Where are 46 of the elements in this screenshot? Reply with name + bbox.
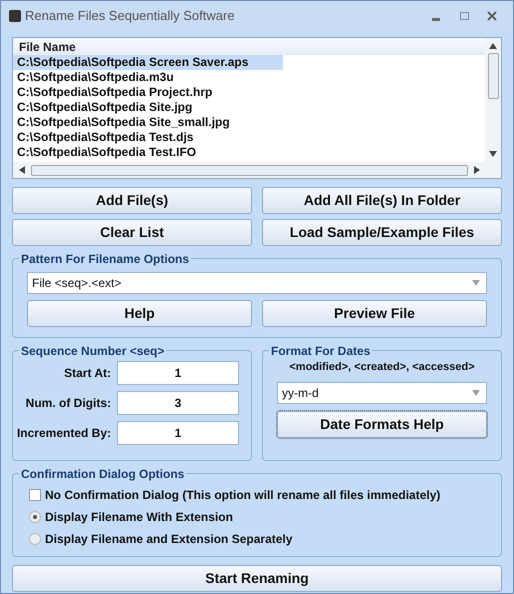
combo-box[interactable]: yy-m-d [277, 382, 487, 404]
field-label: Incremented By: [16, 425, 111, 442]
horizontal-scrollbar[interactable] [13, 162, 501, 178]
action-button[interactable]: Add File(s) [12, 187, 252, 214]
file-row[interactable]: C:\Softpedia\Softpedia Screen Saver.aps [13, 55, 283, 70]
option-label: Display Filename and Extension Separately [45, 531, 292, 548]
dropdown-arrow-icon [472, 390, 480, 396]
hint-text: <modified>, <created>, <accessed> [288, 360, 476, 375]
scroll-up-arrow-icon [489, 43, 497, 49]
checkbox[interactable] [29, 489, 41, 501]
file-row[interactable]: C:\Softpedia\Softpedia Test.IFO [13, 145, 283, 160]
window-title: Rename Files Sequentially Software [25, 7, 236, 26]
action-button[interactable]: Preview File [262, 300, 487, 327]
scroll-left-arrow-icon [19, 166, 25, 174]
maximize-icon[interactable] [460, 12, 469, 20]
action-button[interactable]: Add All File(s) In Folder [262, 187, 502, 214]
number-field[interactable]: 3 [117, 391, 239, 415]
scroll-down-arrow-icon [489, 151, 497, 157]
radio-button[interactable] [29, 511, 41, 523]
file-row[interactable]: C:\Softpedia\Softpedia Site.jpg [13, 100, 283, 115]
combo-box[interactable]: File <seq>.<ext> [27, 272, 487, 294]
radio-button[interactable] [29, 533, 41, 545]
date-formats-help-button[interactable]: Date Formats Help [277, 410, 487, 438]
close-icon[interactable] [487, 11, 497, 21]
dropdown-arrow-icon [472, 280, 480, 286]
option-label: Display Filename With Extension [45, 509, 233, 526]
app-icon [9, 10, 21, 22]
scroll-right-arrow-icon [474, 166, 480, 174]
file-row[interactable]: C:\Softpedia\Softpedia Test.djs [13, 130, 283, 145]
vertical-scrollbar[interactable] [485, 38, 501, 162]
option-label: No Confirmation Dialog (This option will rename all files immediately) [45, 487, 440, 504]
scrollbar-thumb[interactable] [31, 164, 468, 176]
field-label: Start At: [64, 365, 111, 382]
file-row[interactable]: C:\Softpedia\Softpedia Site_small.jpg [13, 115, 283, 130]
column-header[interactable]: File Name [13, 38, 485, 55]
number-field[interactable]: 1 [117, 421, 239, 445]
scrollbar-thumb[interactable] [488, 53, 498, 99]
minimize-icon[interactable] [432, 18, 440, 20]
file-row[interactable]: C:\Softpedia\Softpedia.m3u [13, 70, 283, 85]
action-button[interactable]: Load Sample/Example Files [262, 219, 502, 246]
file-row[interactable]: C:\Softpedia\Softpedia Project.hrp [13, 85, 283, 100]
action-button[interactable]: Help [27, 300, 252, 327]
number-field[interactable]: 1 [117, 361, 239, 385]
start-renaming-button[interactable]: Start Renaming [12, 565, 502, 592]
action-button[interactable]: Clear List [12, 219, 252, 246]
field-label: Num. of Digits: [26, 395, 111, 412]
